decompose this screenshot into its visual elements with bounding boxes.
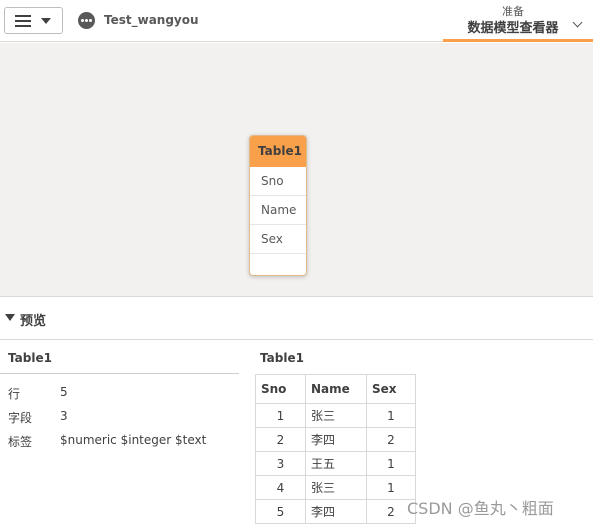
property-key-tags: 标签 <box>8 435 33 449</box>
table-row: 1 张三 1 <box>255 403 416 428</box>
table-row: 4 张三 1 <box>255 475 416 500</box>
caret-down-icon <box>41 18 51 24</box>
table-field-sno[interactable]: Sno <box>250 167 306 196</box>
divider <box>0 373 239 374</box>
app-title: Test_wangyou <box>104 13 199 27</box>
cell-name: 王五 <box>305 451 367 476</box>
property-key-fields: 字段 <box>8 411 33 425</box>
table-properties-panel: Table1 行 5 字段 3 标签 $numeric $integer $te… <box>0 341 240 525</box>
top-toolbar: Test_wangyou 准备 数据模型查看器 <box>0 0 593 42</box>
properties-table-name: Table1 <box>8 351 52 365</box>
collapse-triangle-icon <box>5 314 15 321</box>
column-header-sno[interactable]: Sno <box>255 374 306 404</box>
cell-sno: 4 <box>255 475 306 500</box>
preview-toggle[interactable]: 预览 <box>0 297 593 340</box>
app-options-icon[interactable] <box>78 12 95 29</box>
watermark: CSDN @鱼丸丶粗面 <box>407 499 554 518</box>
navigation-menu-button[interactable] <box>4 7 63 34</box>
table-row: 5 李四 2 <box>255 499 416 524</box>
cell-sno: 1 <box>255 403 306 428</box>
property-key-rows: 行 <box>8 387 21 401</box>
property-value-rows: 5 <box>60 385 68 399</box>
cell-sno: 2 <box>255 427 306 452</box>
cell-sex: 2 <box>366 427 416 452</box>
table-field-sex[interactable]: Sex <box>250 225 306 254</box>
property-value-fields: 3 <box>60 409 68 423</box>
preview-label: 预览 <box>20 314 47 329</box>
model-canvas: Table1 Sno Name Sex <box>0 43 593 297</box>
cell-name: 李四 <box>305 427 367 452</box>
cell-sex: 1 <box>366 403 416 428</box>
table-header-row: Sno Name Sex <box>255 374 416 404</box>
hamburger-icon <box>15 15 31 27</box>
table-card-table1[interactable]: Table1 Sno Name Sex <box>249 135 307 276</box>
cell-name: 李四 <box>305 499 367 524</box>
property-value-tags: $numeric $integer $text <box>60 433 207 447</box>
cell-name: 张三 <box>305 403 367 428</box>
tab-data-model-viewer[interactable]: 准备 数据模型查看器 <box>443 0 593 42</box>
column-header-sex[interactable]: Sex <box>366 374 416 404</box>
cell-sno: 5 <box>255 499 306 524</box>
cell-name: 张三 <box>305 475 367 500</box>
table-row: 2 李四 2 <box>255 427 416 452</box>
data-preview-table: Sno Name Sex 1 张三 1 2 李四 2 3 王五 1 4 张三 1… <box>255 374 416 524</box>
column-header-name[interactable]: Name <box>305 374 367 404</box>
table-row: 3 王五 1 <box>255 451 416 476</box>
nav-title: 数据模型查看器 <box>467 21 559 36</box>
cell-sno: 3 <box>255 451 306 476</box>
table-field-name[interactable]: Name <box>250 196 306 225</box>
table-card-header: Table1 <box>250 136 306 167</box>
data-preview-title: Table1 <box>260 351 304 365</box>
cell-sex: 1 <box>366 451 416 476</box>
